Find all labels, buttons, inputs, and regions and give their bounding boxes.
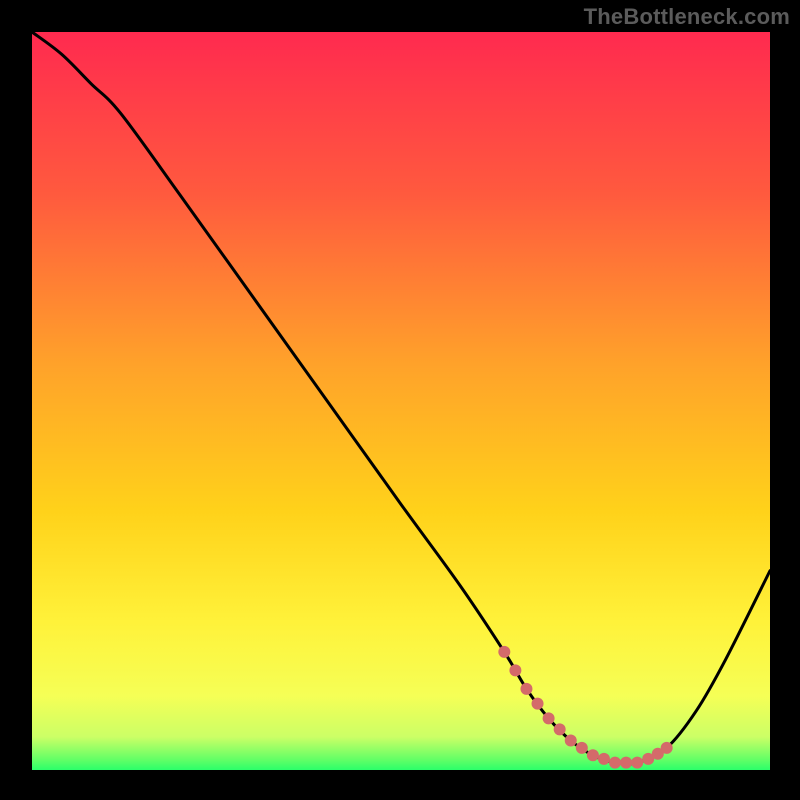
chart-frame: TheBottleneck.com: [0, 0, 800, 800]
marker-dot: [532, 698, 544, 710]
chart-svg: [0, 0, 800, 800]
marker-dot: [661, 742, 673, 754]
marker-dot: [587, 749, 599, 761]
marker-dot: [543, 712, 555, 724]
marker-dot: [620, 757, 632, 769]
marker-dot: [576, 742, 588, 754]
marker-dot: [598, 753, 610, 765]
marker-dot: [520, 683, 532, 695]
marker-dot: [509, 664, 521, 676]
marker-dot: [609, 757, 621, 769]
watermark-text: TheBottleneck.com: [584, 4, 790, 30]
marker-dot: [631, 757, 643, 769]
marker-dot: [565, 734, 577, 746]
marker-dot: [554, 723, 566, 735]
marker-dot: [498, 646, 510, 658]
